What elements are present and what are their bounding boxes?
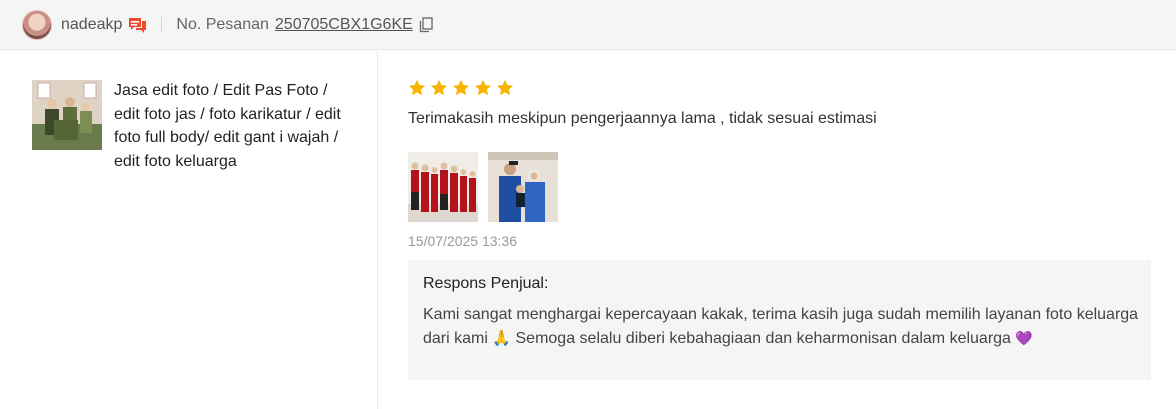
order-number-label: No. Pesanan <box>176 15 269 33</box>
seller-response-title: Respons Penjual: <box>423 275 549 292</box>
product-thumbnail[interactable] <box>32 80 102 150</box>
username[interactable]: nadeakp <box>61 16 122 34</box>
order-number-link[interactable]: 250705CBX1G6KE <box>275 16 413 34</box>
star-icon <box>430 79 448 96</box>
chat-icon[interactable] <box>127 16 148 34</box>
review-header: nadeakp No. Pesanan 250705CBX1G6KE <box>0 0 1176 50</box>
rating-stars <box>408 79 514 97</box>
review-photo-1[interactable] <box>408 152 478 222</box>
review-text: Terimakasih meskipun pengerjaannya lama … <box>408 110 877 127</box>
header-divider <box>161 16 163 33</box>
avatar[interactable] <box>22 9 52 40</box>
product-panel: Jasa edit foto / Edit Pas Foto / edit fo… <box>0 51 378 409</box>
review-photos <box>408 152 558 222</box>
star-icon <box>408 79 426 96</box>
review-timestamp: 15/07/2025 13:36 <box>408 233 517 249</box>
seller-response-text: Kami sangat menghargai kepercayaan kakak… <box>423 304 1143 350</box>
review-photo-image <box>488 152 558 222</box>
heart-emoji-icon: 💜 <box>1015 329 1033 346</box>
star-icon <box>474 79 492 96</box>
review-photo-image <box>408 152 478 222</box>
pray-emoji-icon: 🙏 <box>492 329 512 347</box>
product-name[interactable]: Jasa edit foto / Edit Pas Foto / edit fo… <box>114 79 354 173</box>
copy-icon[interactable] <box>419 16 433 33</box>
seller-response-text-part2: Semoga selalu diberi kebahagiaan dan keh… <box>515 329 1011 347</box>
family-photo-thumbnail <box>32 80 102 150</box>
review-photo-2[interactable] <box>488 152 558 222</box>
seller-response: Respons Penjual: Kami sangat menghargai … <box>408 260 1151 380</box>
star-icon <box>496 79 514 96</box>
star-icon <box>452 79 470 96</box>
